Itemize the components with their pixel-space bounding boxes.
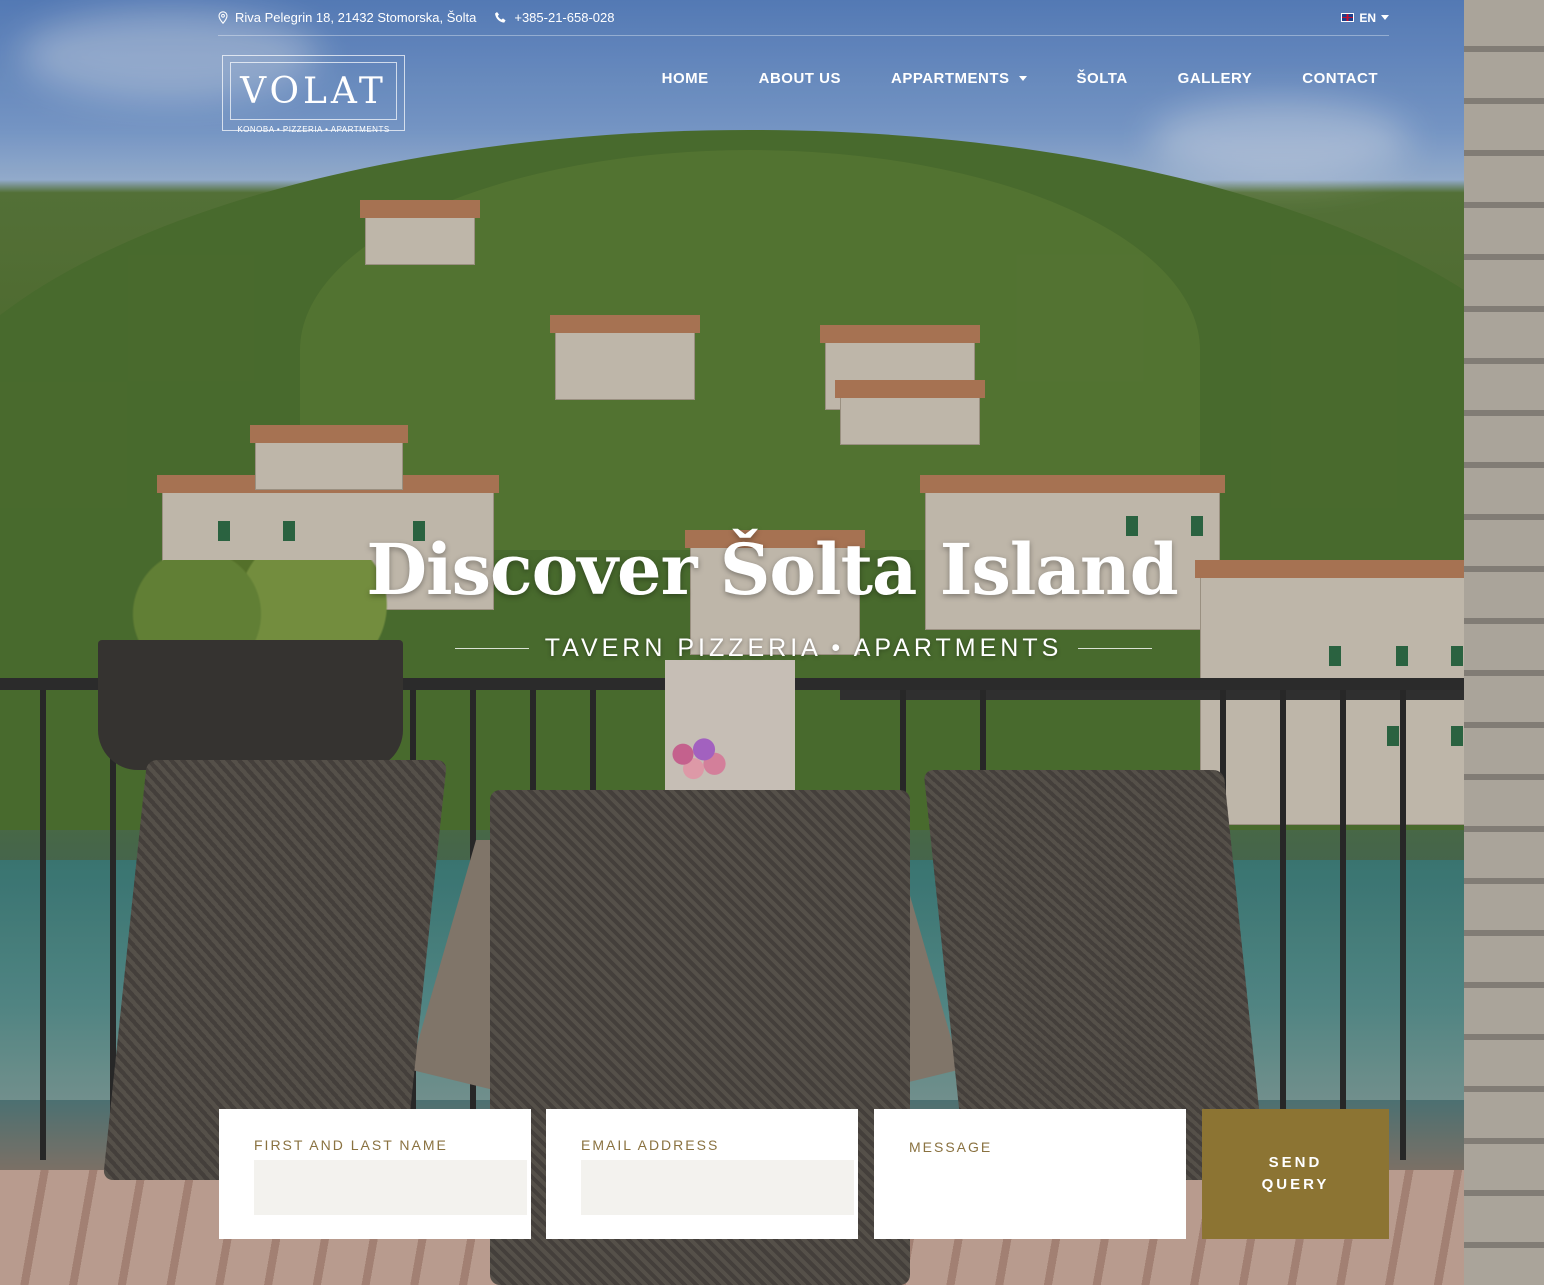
nav-about-us[interactable]: ABOUT US [759, 70, 841, 87]
nav-appartments-label: APPARTMENTS [890, 70, 1010, 87]
address-item: Riva Pelegrin 18, 21432 Stomorska, Šolta [218, 10, 476, 25]
nav-about-label: ABOUT US [758, 70, 841, 87]
name-field-label: FIRST AND LAST NAME [254, 1137, 448, 1153]
language-selector[interactable]: EN [1341, 11, 1389, 25]
name-input[interactable] [254, 1160, 527, 1215]
email-input[interactable] [581, 1160, 854, 1215]
email-field: EMAIL ADDRESS [546, 1109, 858, 1239]
message-field[interactable]: MESSAGE [874, 1109, 1186, 1239]
uk-flag-icon [1341, 13, 1355, 22]
logo-frame: VOLAT [230, 62, 397, 120]
send-query-button[interactable]: SEND QUERY [1202, 1109, 1389, 1239]
send-query-label: SEND QUERY [1262, 1152, 1330, 1196]
phone-text[interactable]: +385-21-658-028 [514, 10, 614, 25]
divider-line-left [455, 648, 529, 649]
main-navigation: HOME ABOUT US APPARTMENTS ŠOLTA GALLERY … [662, 70, 1378, 87]
hero-subtitle-text: TAVERN PIZZERIA • APARTMENTS [544, 634, 1063, 662]
nav-home-label: HOME [661, 70, 709, 87]
logo-tagline: KONOBA • PIZZERIA • APARTMENTS [237, 125, 390, 134]
email-field-label: EMAIL ADDRESS [581, 1137, 720, 1153]
divider-line-right [1078, 648, 1152, 649]
language-label: EN [1359, 10, 1376, 25]
name-field: FIRST AND LAST NAME [219, 1109, 531, 1239]
nav-gallery[interactable]: GALLERY [1178, 70, 1253, 87]
hero-subtitle: TAVERN PIZZERIA • APARTMENTS [455, 634, 1152, 663]
address-text: Riva Pelegrin 18, 21432 Stomorska, Šolta [235, 10, 477, 25]
nav-gallery-label: GALLERY [1177, 70, 1253, 87]
chevron-down-icon [1381, 15, 1389, 20]
logo-name: VOLAT [240, 70, 387, 112]
message-field-label: MESSAGE [909, 1139, 993, 1155]
site-logo[interactable]: VOLAT KONOBA • PIZZERIA • APARTMENTS [222, 55, 405, 134]
phone-icon [495, 12, 506, 23]
hero-title: Discover Šolta Island [366, 528, 1178, 611]
nav-appartments[interactable]: APPARTMENTS [891, 70, 1027, 87]
top-info-bar: Riva Pelegrin 18, 21432 Stomorska, Šolta… [218, 0, 1389, 36]
phone-item[interactable]: +385-21-658-028 [494, 10, 614, 25]
nav-solta[interactable]: ŠOLTA [1077, 70, 1128, 87]
nav-solta-label: ŠOLTA [1076, 70, 1128, 87]
send-label-line1: SEND [1268, 1154, 1323, 1171]
nav-home[interactable]: HOME [662, 70, 709, 87]
send-label-line2: QUERY [1261, 1176, 1330, 1193]
nav-contact-label: CONTACT [1302, 70, 1378, 87]
map-pin-icon [218, 11, 228, 24]
chevron-down-icon [1018, 76, 1027, 81]
nav-contact[interactable]: CONTACT [1302, 70, 1378, 87]
